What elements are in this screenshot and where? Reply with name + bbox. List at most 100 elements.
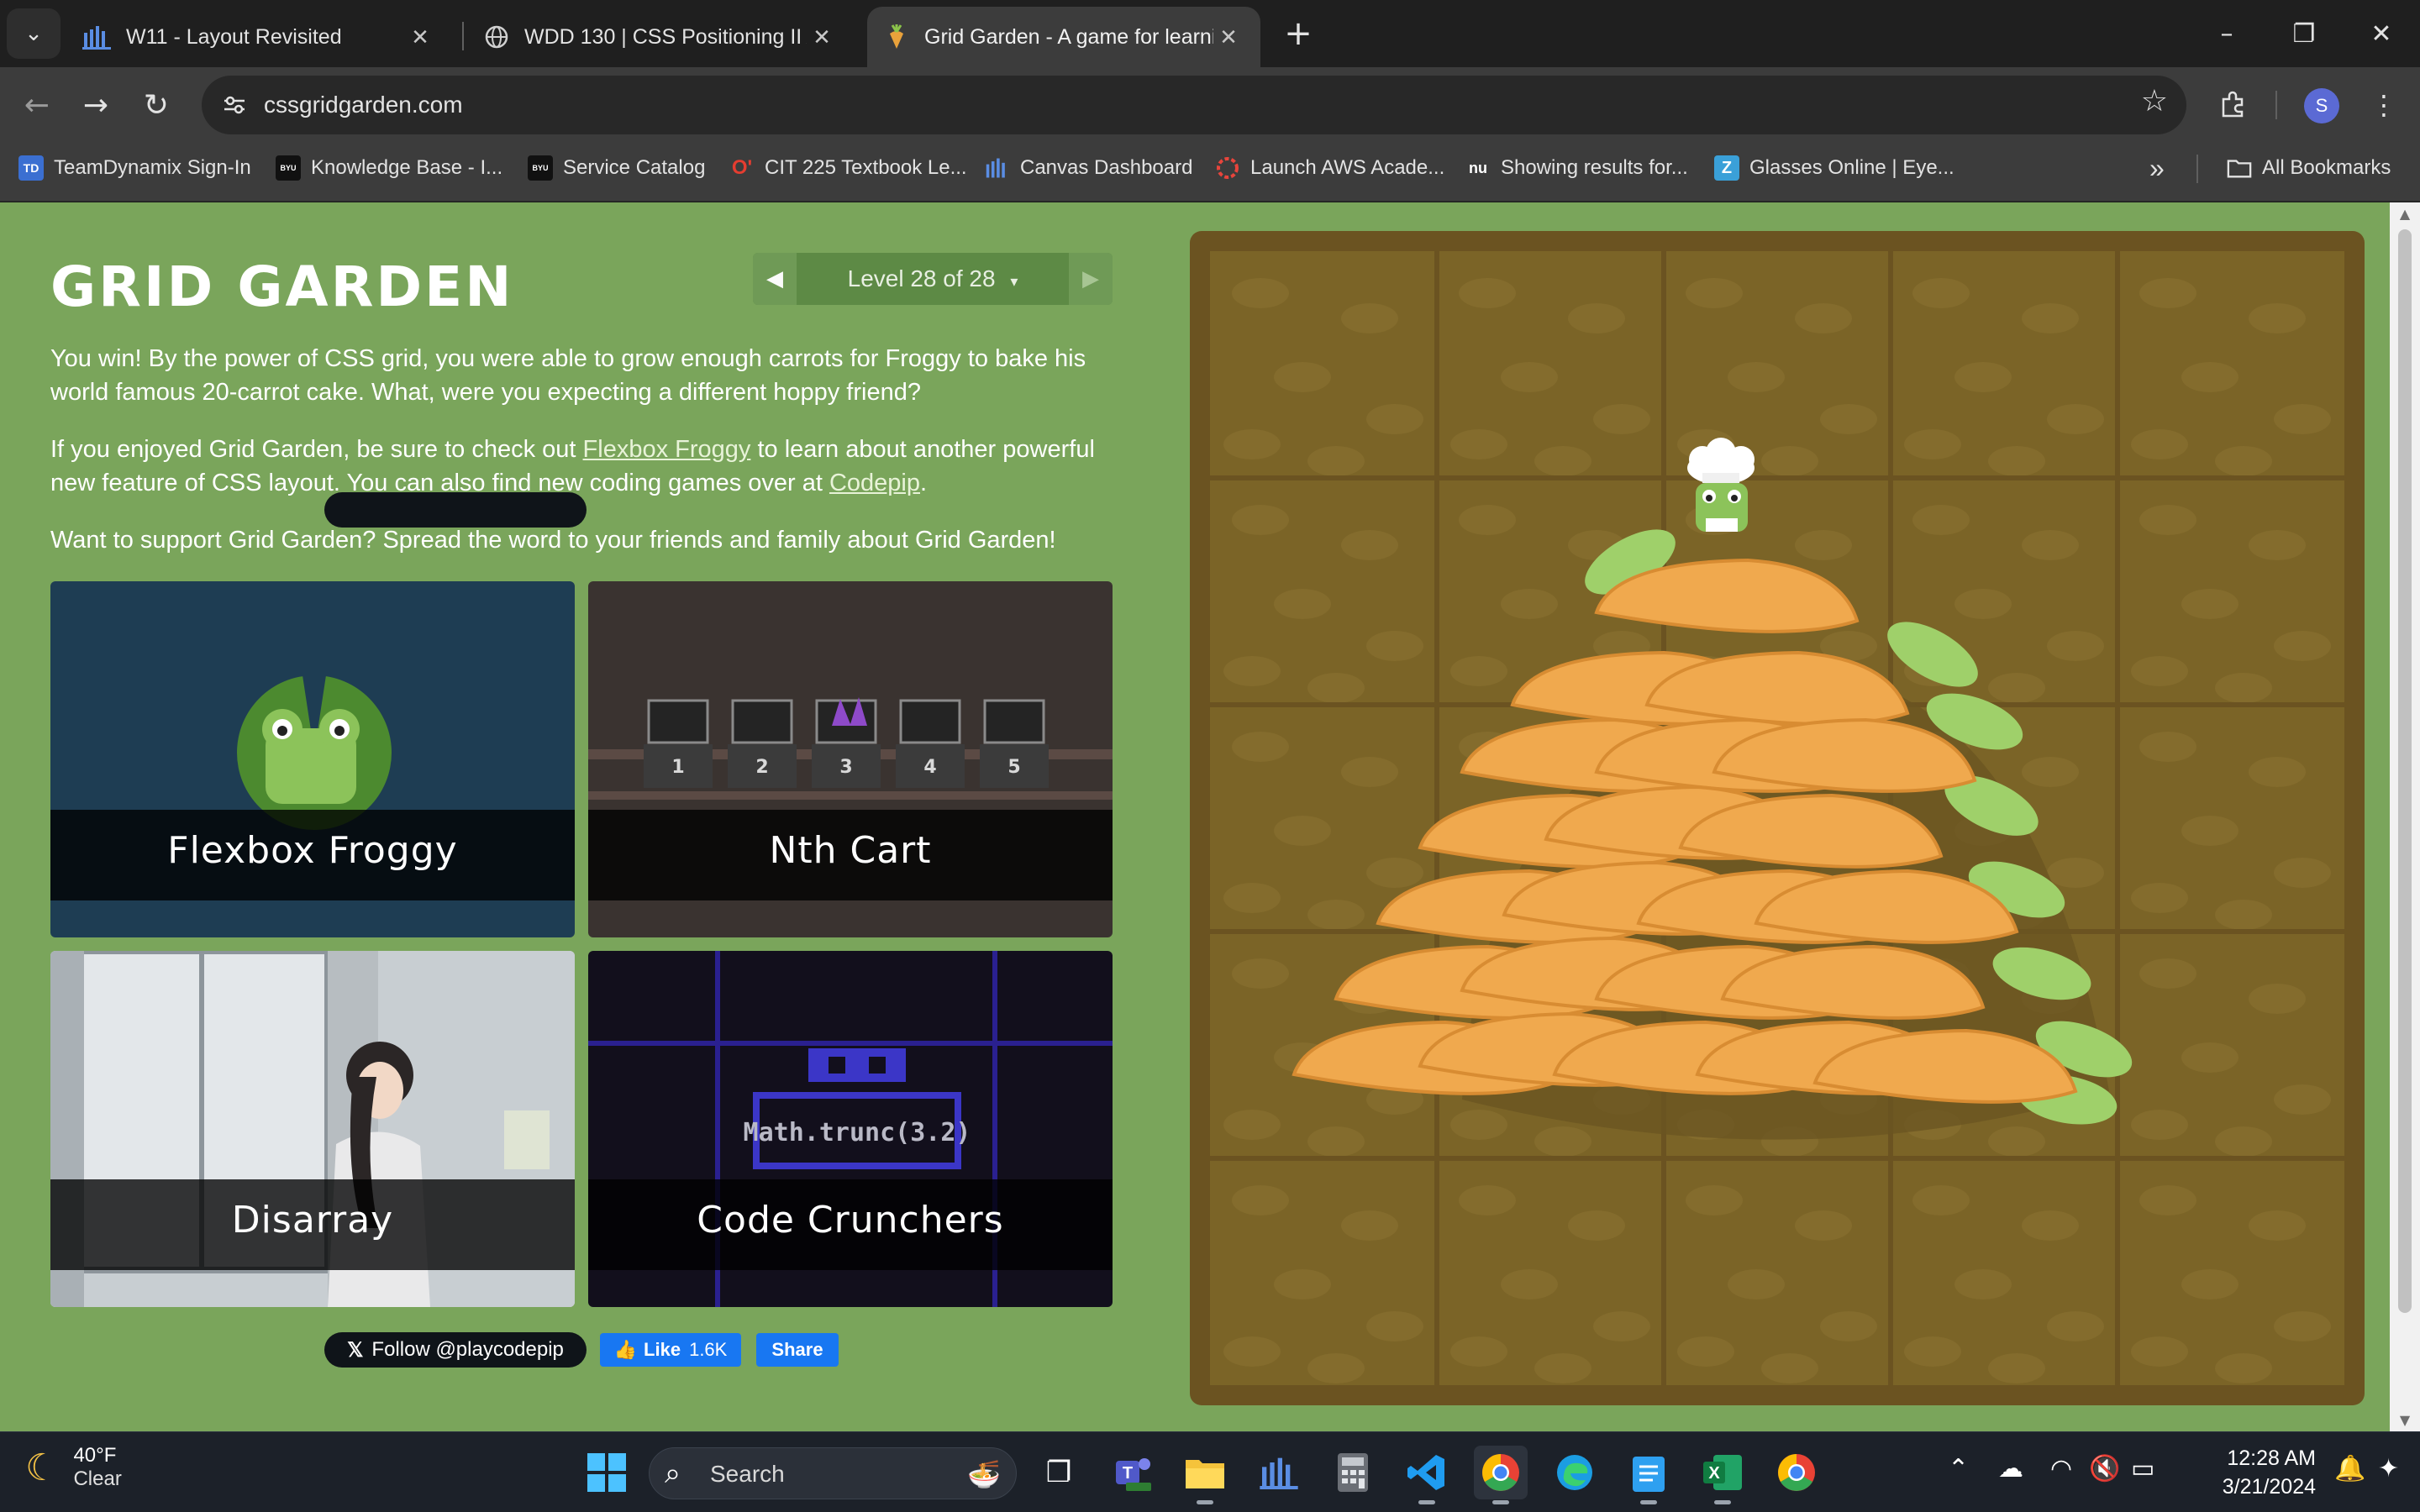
taskbar-search[interactable]: ⌕ Search 🍜 [649, 1447, 1017, 1499]
bookmark-service-catalog[interactable]: BYU Service Catalog [528, 143, 705, 193]
start-button[interactable] [580, 1446, 634, 1499]
notepad-app[interactable] [1622, 1446, 1676, 1504]
level-label: Level 28 of 28 [847, 265, 996, 291]
win-message: You win! By the power of CSS grid, you w… [50, 345, 1086, 406]
edge-app[interactable] [1548, 1446, 1602, 1499]
teams-app[interactable]: T [1106, 1446, 1160, 1499]
bookmarks-overflow-button[interactable]: » [2149, 143, 2165, 193]
arrow-left-icon: ← [24, 87, 50, 123]
card-title: Flexbox Froggy [167, 829, 458, 872]
td-icon: TD [18, 155, 44, 181]
tab-wdd130[interactable]: WDD 130 | CSS Positioning II Ac ✕ [467, 7, 854, 67]
copilot-icon[interactable]: ✦ [2378, 1454, 2399, 1483]
excel-icon: X [1703, 1455, 1742, 1490]
chrome-app-2[interactable] [1770, 1446, 1823, 1499]
flexbox-froggy-link[interactable]: Flexbox Froggy [583, 436, 751, 463]
close-icon[interactable]: ✕ [807, 24, 837, 50]
cart-number-5: 5 [1007, 757, 1020, 778]
scroll-up-icon[interactable]: ▲ [2390, 206, 2420, 222]
next-level-button[interactable]: ▶ [1069, 253, 1113, 305]
bookmark-canvas[interactable]: Canvas Dashboard [985, 143, 1192, 193]
tab-grid-garden[interactable]: Grid Garden - A game for learni ✕ [867, 7, 1260, 67]
task-view-button[interactable]: ❐ [1032, 1446, 1086, 1499]
wifi-icon[interactable]: ◠ [2050, 1454, 2072, 1483]
bookmark-aws[interactable]: Launch AWS Acade... [1215, 143, 1444, 193]
edge-icon [1557, 1455, 1592, 1490]
speaker-muted-icon[interactable]: 🔇 [2089, 1454, 2120, 1483]
canvas-app[interactable] [1252, 1446, 1306, 1499]
cart-number-3: 3 [839, 757, 852, 778]
x-logo-icon: 𝕏 [347, 1338, 364, 1362]
level-dropdown[interactable]: Level 28 of 28 ▾ [797, 253, 1069, 307]
windows-taskbar: ☾ 40°F Clear ⌕ Search 🍜 ❐ T X ⌃ ☁ ◠ 🔇 ▭ … [0, 1431, 2420, 1512]
teams-icon: T [1116, 1458, 1151, 1491]
close-icon[interactable]: ✕ [405, 24, 435, 50]
calculator-app[interactable] [1326, 1446, 1380, 1499]
codepip-link[interactable]: Codepip [829, 470, 920, 496]
facebook-share-button[interactable]: Share [756, 1333, 839, 1367]
cart-number-4: 4 [923, 757, 936, 778]
site-settings-icon[interactable] [217, 87, 252, 123]
plus-icon: + [1284, 14, 1313, 53]
bookmark-showing-results[interactable]: nu Showing results for... [1465, 143, 1688, 193]
chevron-up-icon[interactable]: ⌃ [1948, 1454, 1969, 1483]
vscode-icon [1407, 1455, 1444, 1490]
facebook-like-button[interactable]: 👍 Like 1.6K [600, 1333, 741, 1367]
notifications-icon[interactable]: 🔔 [2334, 1454, 2365, 1483]
reload-icon: ↻ [143, 87, 170, 123]
svg-text:X: X [1708, 1464, 1720, 1483]
system-clock[interactable]: 12:28 AM 3/21/2024 [2181, 1444, 2316, 1501]
fb-like-label: Like [644, 1339, 681, 1360]
star-icon[interactable]: ☆ [2141, 84, 2168, 118]
battery-icon[interactable]: ▭ [2131, 1454, 2154, 1483]
chrome-app[interactable] [1474, 1446, 1528, 1504]
flexbox-froggy-card[interactable]: Flexbox Froggy [50, 581, 575, 937]
page-scrollbar[interactable]: ▲ ▼ [2390, 202, 2420, 1431]
clock-date: 3/21/2024 [2222, 1475, 2316, 1499]
all-bookmarks-button[interactable]: All Bookmarks [2227, 143, 2391, 193]
support-message: Want to support Grid Garden? Spread the … [50, 527, 1056, 554]
bookmark-glasses[interactable]: Z Glasses Online | Eye... [1714, 143, 1954, 193]
bookmark-teamdynamix[interactable]: TD TeamDynamix Sign-In [18, 143, 251, 193]
promo-paragraph: If you enjoyed Grid Garden, be sure to c… [50, 433, 1118, 500]
tab-w11-layout[interactable]: W11 - Layout Revisited ✕ [66, 7, 452, 67]
restore-button[interactable]: ❐ [2265, 0, 2343, 67]
url-text[interactable]: cssgridgarden.com [264, 76, 463, 134]
new-tab-button[interactable]: + [1273, 8, 1323, 59]
address-bar[interactable]: cssgridgarden.com ☆ [202, 76, 2186, 134]
z-icon: Z [1714, 155, 1739, 181]
x-follow-button[interactable]: 𝕏 Follow @playcodepip [324, 1332, 587, 1368]
disarray-card[interactable]: Disarray [50, 951, 575, 1307]
back-button[interactable]: ← [13, 81, 60, 129]
previous-level-button[interactable]: ◀ [753, 253, 797, 305]
triangle-left-icon: ◀ [766, 266, 783, 291]
code-crunchers-card[interactable]: Math.trunc(3.2) Code Crunchers [588, 951, 1113, 1307]
byu-icon: BYU [276, 155, 301, 181]
reload-button[interactable]: ↻ [133, 81, 180, 129]
cart-number-2: 2 [755, 757, 768, 778]
bookmark-label: Glasses Online | Eye... [1749, 156, 1954, 179]
onedrive-icon[interactable]: ☁ [1998, 1454, 2023, 1483]
nth-cart-card[interactable]: 1 2 3 4 5 Nth Cart [588, 581, 1113, 937]
forward-button[interactable]: → [72, 81, 119, 129]
close-window-button[interactable]: ✕ [2343, 0, 2420, 67]
menu-icon[interactable]: ⋮ [2363, 84, 2405, 126]
minimize-button[interactable]: – [2188, 0, 2265, 67]
weather-widget[interactable]: ☾ 40°F Clear [25, 1444, 122, 1491]
scroll-down-icon[interactable]: ▼ [2390, 1412, 2420, 1428]
nu-icon: nu [1469, 159, 1487, 176]
file-explorer-app[interactable] [1178, 1446, 1232, 1504]
bookmark-knowledge-base[interactable]: BYU Knowledge Base - I... [276, 143, 502, 193]
browser-toolbar: ← → ↻ cssgridgarden.com ☆ S ⋮ [0, 67, 2420, 143]
bookmark-cit225[interactable]: O' CIT 225 Textbook Le... [729, 143, 967, 193]
profile-avatar[interactable]: S [2304, 88, 2339, 123]
tab-search-button[interactable]: ⌄ [7, 8, 60, 59]
garden-grid [1210, 251, 2344, 1385]
code-snippet: Math.trunc(3.2) [744, 1118, 971, 1147]
extensions-icon[interactable] [2212, 84, 2254, 126]
vscode-app[interactable] [1400, 1446, 1454, 1504]
excel-app[interactable]: X [1696, 1446, 1749, 1504]
globe-icon [485, 25, 508, 49]
close-icon[interactable]: ✕ [1213, 24, 1244, 50]
scrollbar-thumb[interactable] [2398, 229, 2412, 1313]
